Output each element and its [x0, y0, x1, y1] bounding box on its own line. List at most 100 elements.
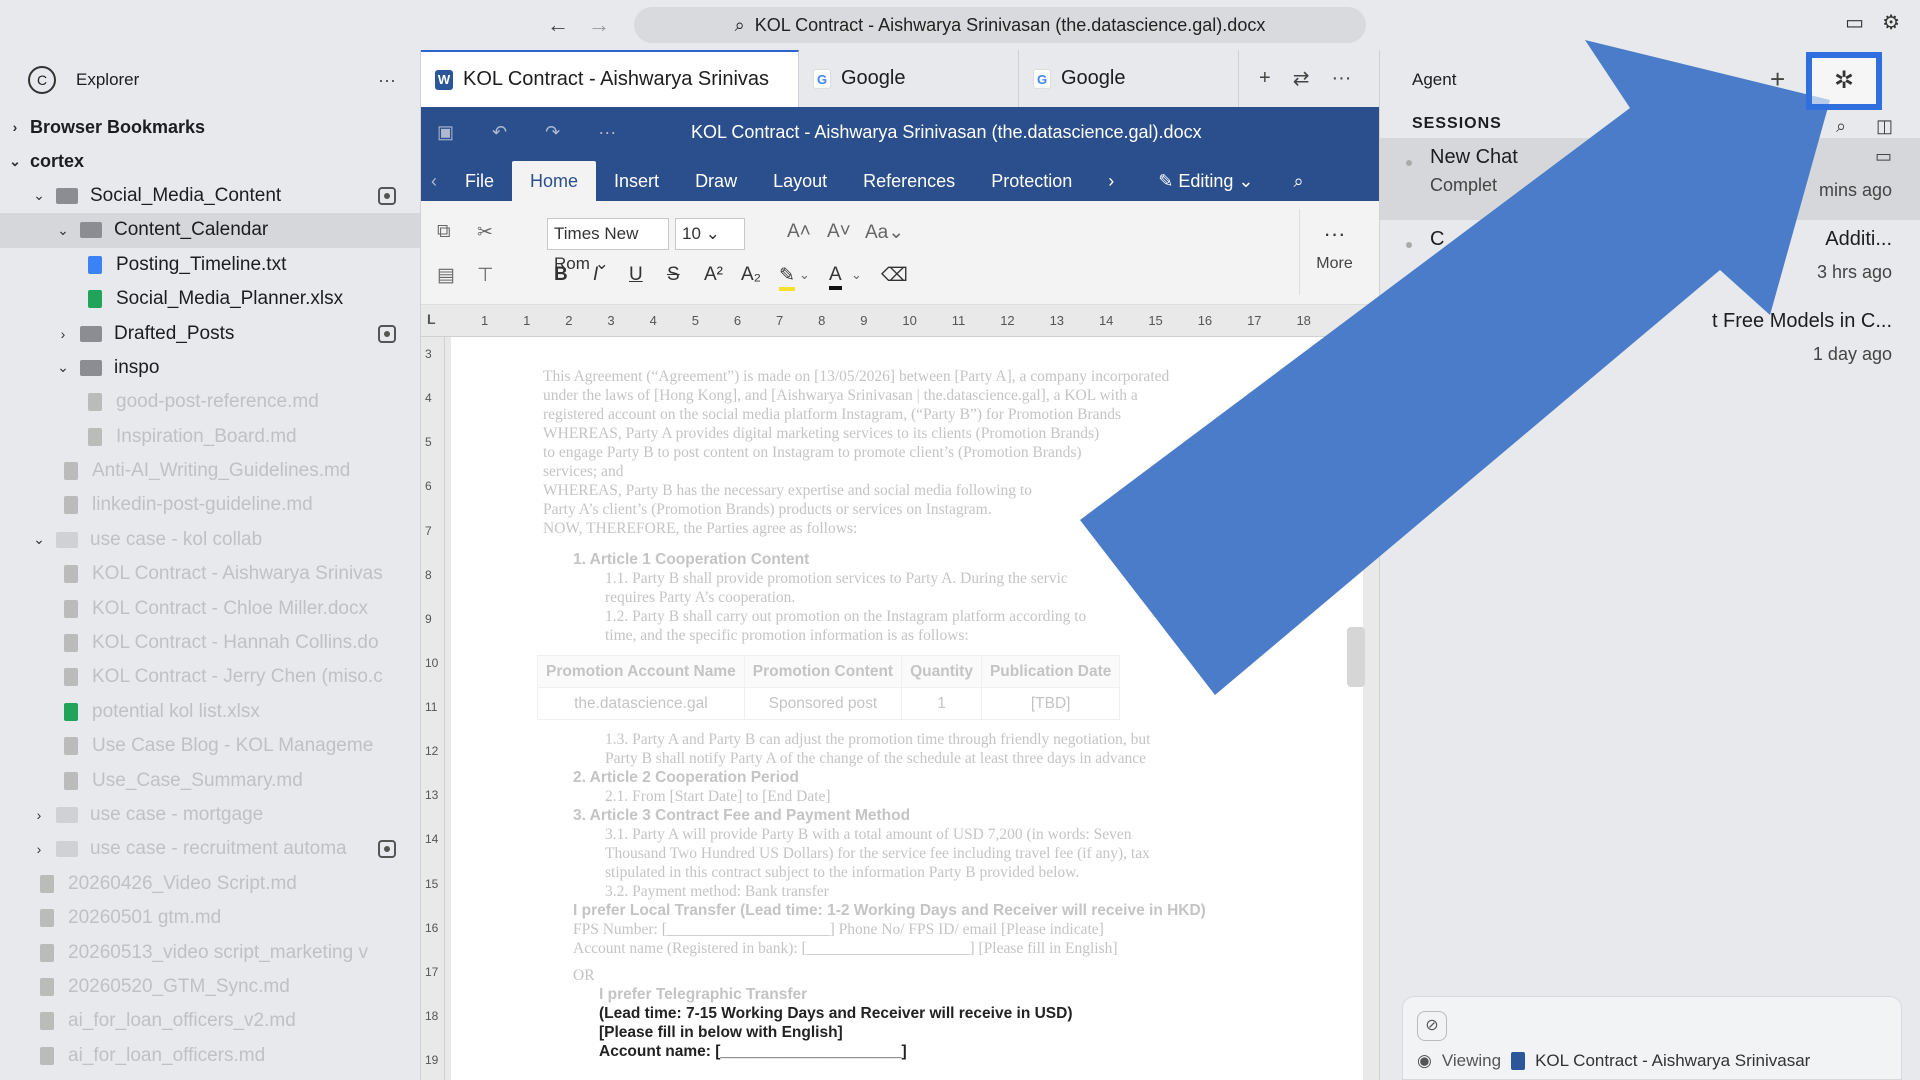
more-icon[interactable]: ··· — [598, 122, 616, 143]
format-painter-icon[interactable]: ⊤ — [477, 264, 494, 287]
strikethrough-icon[interactable]: S — [667, 264, 680, 286]
copy-icon[interactable]: ⧉ — [437, 221, 451, 243]
tree-file[interactable]: linkedin-post-guideline.md — [0, 488, 420, 522]
bug-icon[interactable]: ✲ — [1812, 66, 1876, 95]
shrink-font-icon[interactable]: A˅ — [827, 221, 851, 243]
chat-plus-icon[interactable]: ▭ — [1845, 10, 1864, 35]
chevron-down-icon[interactable]: ⌄ — [32, 187, 46, 204]
sync-badge-icon[interactable] — [378, 324, 396, 343]
tree-file[interactable]: Use Case Blog - KOL Manageme — [0, 729, 420, 763]
tab-stop-icon[interactable]: L — [427, 311, 436, 327]
chevron-left-icon[interactable]: ‹ — [421, 161, 447, 201]
scrollbar-thumb[interactable] — [1347, 627, 1365, 687]
subscript-icon[interactable]: A₂ — [741, 264, 761, 286]
chevron-right-icon[interactable]: › — [32, 807, 46, 823]
tree-folder[interactable]: › use case - mortgage — [0, 798, 420, 832]
tree-file[interactable]: 20260501 gtm.md — [0, 901, 420, 935]
panel-toggle-icon[interactable]: ◫ — [1876, 112, 1894, 140]
more-icon[interactable]: ··· — [378, 70, 396, 91]
highlight-icon[interactable]: ✎ — [779, 264, 795, 291]
redo-icon[interactable]: ↷ — [545, 122, 560, 143]
tree-file[interactable]: KOL Contract - Chloe Miller.docx — [0, 591, 420, 625]
tree-file[interactable]: good-post-reference.md — [0, 385, 420, 419]
search-icon[interactable]: ⌕ — [1836, 112, 1847, 140]
chevron-right-icon[interactable]: › — [1090, 161, 1132, 201]
chevron-down-icon[interactable]: ⌄ — [32, 531, 46, 548]
tree-section[interactable]: › Browser Bookmarks — [0, 110, 420, 144]
tree-folder[interactable]: ⌄ inspo — [0, 351, 420, 385]
tree-file[interactable]: ai_for_loan_officers.md — [0, 1039, 420, 1073]
ribbon-tab-draw[interactable]: Draw — [677, 161, 755, 201]
search-icon[interactable]: ⌕ — [1275, 161, 1321, 201]
tree-file[interactable]: Anti-AI_Writing_Guidelines.md — [0, 454, 420, 488]
new-session-icon[interactable]: + — [1770, 64, 1785, 95]
tree-file[interactable]: potential kol list.xlsx — [0, 695, 420, 729]
font-size-select[interactable]: 10 ⌄ — [675, 218, 745, 250]
tree-file[interactable]: Posting_Timeline.txt — [0, 248, 420, 282]
more-button[interactable]: ··· More — [1299, 209, 1369, 295]
underline-icon[interactable]: U — [629, 264, 643, 286]
tree-file[interactable]: Use_Case_Summary.md — [0, 763, 420, 797]
italic-icon[interactable]: I — [593, 264, 598, 286]
tree-file[interactable]: KOL Contract - Jerry Chen (miso.c — [0, 660, 420, 694]
tree-folder[interactable]: ⌄ Content_Calendar — [0, 213, 420, 248]
tree-file[interactable]: Social_Media_Planner.xlsx — [0, 282, 420, 316]
settings-icon[interactable]: ⚙ — [1882, 10, 1900, 35]
ribbon-tab-references[interactable]: References — [845, 161, 973, 201]
tree-file[interactable]: ai_for_loan_officers_v2.md — [0, 1004, 420, 1038]
change-case-icon[interactable]: Aa⌄ — [865, 221, 904, 244]
session-item[interactable]: t Free Models in C... 1 day ago — [1380, 302, 1920, 384]
chevron-down-icon[interactable]: ⌄ — [8, 153, 22, 170]
font-color-icon[interactable]: A — [829, 264, 842, 290]
document-area[interactable]: 3 4 5 6 7 8 9 10 11 12 13 14 15 16 17 18 19 This Agreeme… — [421, 337, 1379, 1080]
chat-input-box[interactable]: ⊘ ◉ Viewing KOL Contract - Aishwarya Sri… — [1402, 996, 1902, 1080]
ribbon-tab-protection[interactable]: Protection — [973, 161, 1090, 201]
tree-folder[interactable]: ⌄ use case - kol collab — [0, 523, 420, 557]
document-page[interactable]: This Agreement (“Agreement”) is made on … — [451, 337, 1363, 1080]
grow-font-icon[interactable]: A˄ — [787, 221, 811, 243]
chevron-down-icon[interactable]: ⌄ — [851, 267, 862, 283]
ribbon-tab-home[interactable]: Home — [512, 161, 597, 201]
tree-file[interactable]: KOL Contract - Aishwarya Srinivas — [0, 557, 420, 591]
ribbon-tab-insert[interactable]: Insert — [596, 161, 677, 201]
superscript-icon[interactable]: A² — [704, 264, 723, 286]
back-button[interactable]: ← — [545, 12, 571, 38]
clear-formatting-icon[interactable]: ⌫ — [881, 264, 908, 287]
address-bar[interactable]: ⌕ KOL Contract - Aishwarya Srinivasan (t… — [634, 7, 1366, 43]
chevron-down-icon[interactable]: ⌄ — [56, 359, 70, 376]
chevron-right-icon[interactable]: › — [8, 119, 22, 135]
attach-icon[interactable]: ⊘ — [1417, 1011, 1447, 1041]
editing-mode-dropdown[interactable]: ✎ Editing ⌄ — [1146, 161, 1265, 201]
save-icon[interactable]: ▣ — [437, 122, 454, 143]
tab-google-2[interactable]: G Google — [1019, 50, 1239, 107]
tree-section[interactable]: ⌄ cortex — [0, 144, 420, 178]
tab-kol-contract[interactable]: W KOL Contract - Aishwarya Srinivas — [421, 50, 799, 107]
bold-icon[interactable]: B — [554, 264, 568, 286]
sync-badge-icon[interactable] — [378, 186, 396, 205]
chevron-down-icon[interactable]: ⌄ — [56, 222, 70, 239]
tree-folder[interactable]: › use case - recruitment automa — [0, 832, 420, 866]
tree-file[interactable]: 20260426_Video Script.md — [0, 867, 420, 901]
ribbon-tab-file[interactable]: File — [447, 161, 512, 201]
compare-icon[interactable]: ⇄ — [1293, 66, 1310, 91]
tree-file[interactable]: 20260520_GTM_Sync.md — [0, 970, 420, 1004]
session-item[interactable]: C Additi... 3 hrs ago — [1380, 220, 1920, 302]
tree-file[interactable]: KOL Contract - Hannah Collins.do — [0, 626, 420, 660]
tab-google-1[interactable]: G Google — [799, 50, 1019, 107]
tree-folder[interactable]: › Drafted_Posts — [0, 316, 420, 350]
new-tab-icon[interactable]: + — [1259, 67, 1271, 90]
chevron-down-icon[interactable]: ⌄ — [799, 267, 810, 283]
forward-button[interactable]: → — [586, 12, 612, 38]
session-item[interactable]: New Chat Complet ▭ mins ago — [1380, 138, 1920, 220]
chevron-right-icon[interactable]: › — [56, 326, 70, 342]
ribbon-tab-layout[interactable]: Layout — [755, 161, 845, 201]
tree-folder[interactable]: ⌄ Social_Media_Content — [0, 179, 420, 213]
tree-file[interactable]: Inspiration_Board.md — [0, 420, 420, 454]
document-body[interactable]: This Agreement (“Agreement”) is made on … — [537, 367, 1263, 1061]
sync-badge-icon[interactable] — [378, 840, 396, 859]
font-name-select[interactable]: Times New Rom ⌄ — [547, 218, 669, 273]
paste-icon[interactable]: ▤ — [437, 264, 455, 287]
undo-icon[interactable]: ↶ — [492, 122, 507, 143]
more-icon[interactable]: ··· — [1331, 67, 1351, 90]
tree-file[interactable]: 20260513_video script_marketing v — [0, 935, 420, 969]
